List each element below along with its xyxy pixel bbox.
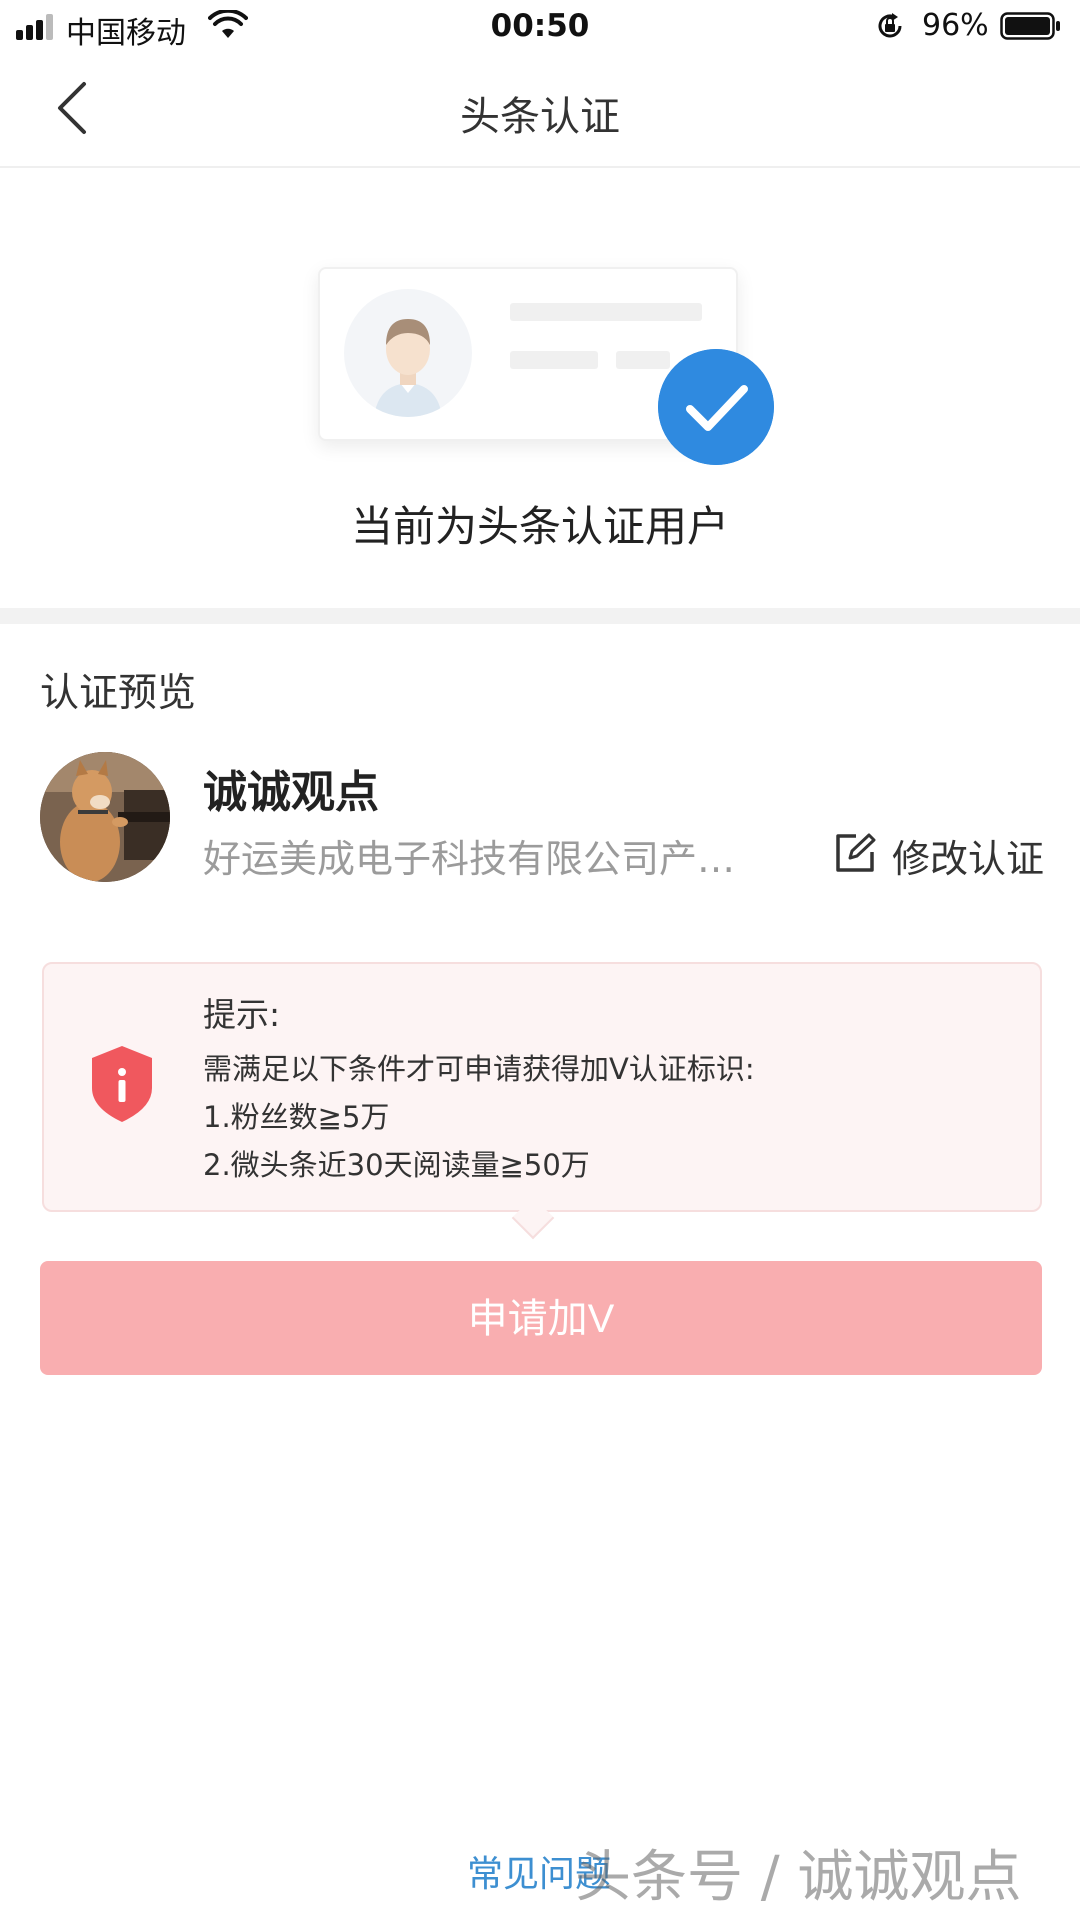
shield-info-icon xyxy=(92,1046,152,1122)
page-title: 头条认证 xyxy=(460,94,620,140)
tip-line: 1.粉丝数≧5万 xyxy=(203,1100,390,1134)
account-description: 好运美成电子科技有限公司产… xyxy=(203,837,736,881)
battery-icon xyxy=(1000,12,1060,40)
account-name: 诚诚观点 xyxy=(203,767,379,818)
status-bar: 中国移动 00:50 96% xyxy=(0,0,1080,54)
rotation-lock-icon xyxy=(878,13,902,38)
watermark-text: 头条号 / 诚诚观点 xyxy=(575,1845,1022,1910)
card-placeholder-line xyxy=(510,303,702,321)
apply-v-button[interactable]: 申请加V xyxy=(40,1261,1042,1375)
checkmark-icon xyxy=(658,349,774,465)
nav-bar: 头条认证 xyxy=(0,54,1080,168)
card-placeholder-line xyxy=(616,351,670,369)
edit-certification-label: 修改认证 xyxy=(892,837,1045,881)
battery-percent: 96% xyxy=(922,8,989,43)
status-time: 00:50 xyxy=(490,8,590,44)
tip-line: 需满足以下条件才可申请获得加V认证标识: xyxy=(203,1052,755,1086)
edit-icon xyxy=(836,833,876,872)
person-avatar-icon xyxy=(344,289,472,417)
section-divider xyxy=(0,608,1080,624)
page: 中国移动 00:50 96% 头条认证 当前为头条认证用户 认证预览 诚诚观点 … xyxy=(0,0,1080,1920)
tip-title: 提示: xyxy=(203,995,281,1034)
card-placeholder-line xyxy=(510,351,598,369)
certification-status-text: 当前为头条认证用户 xyxy=(350,502,729,551)
tip-line: 2.微头条近30天阅读量≧50万 xyxy=(203,1148,590,1182)
avatar xyxy=(40,752,170,882)
section-title: 认证预览 xyxy=(40,671,197,716)
